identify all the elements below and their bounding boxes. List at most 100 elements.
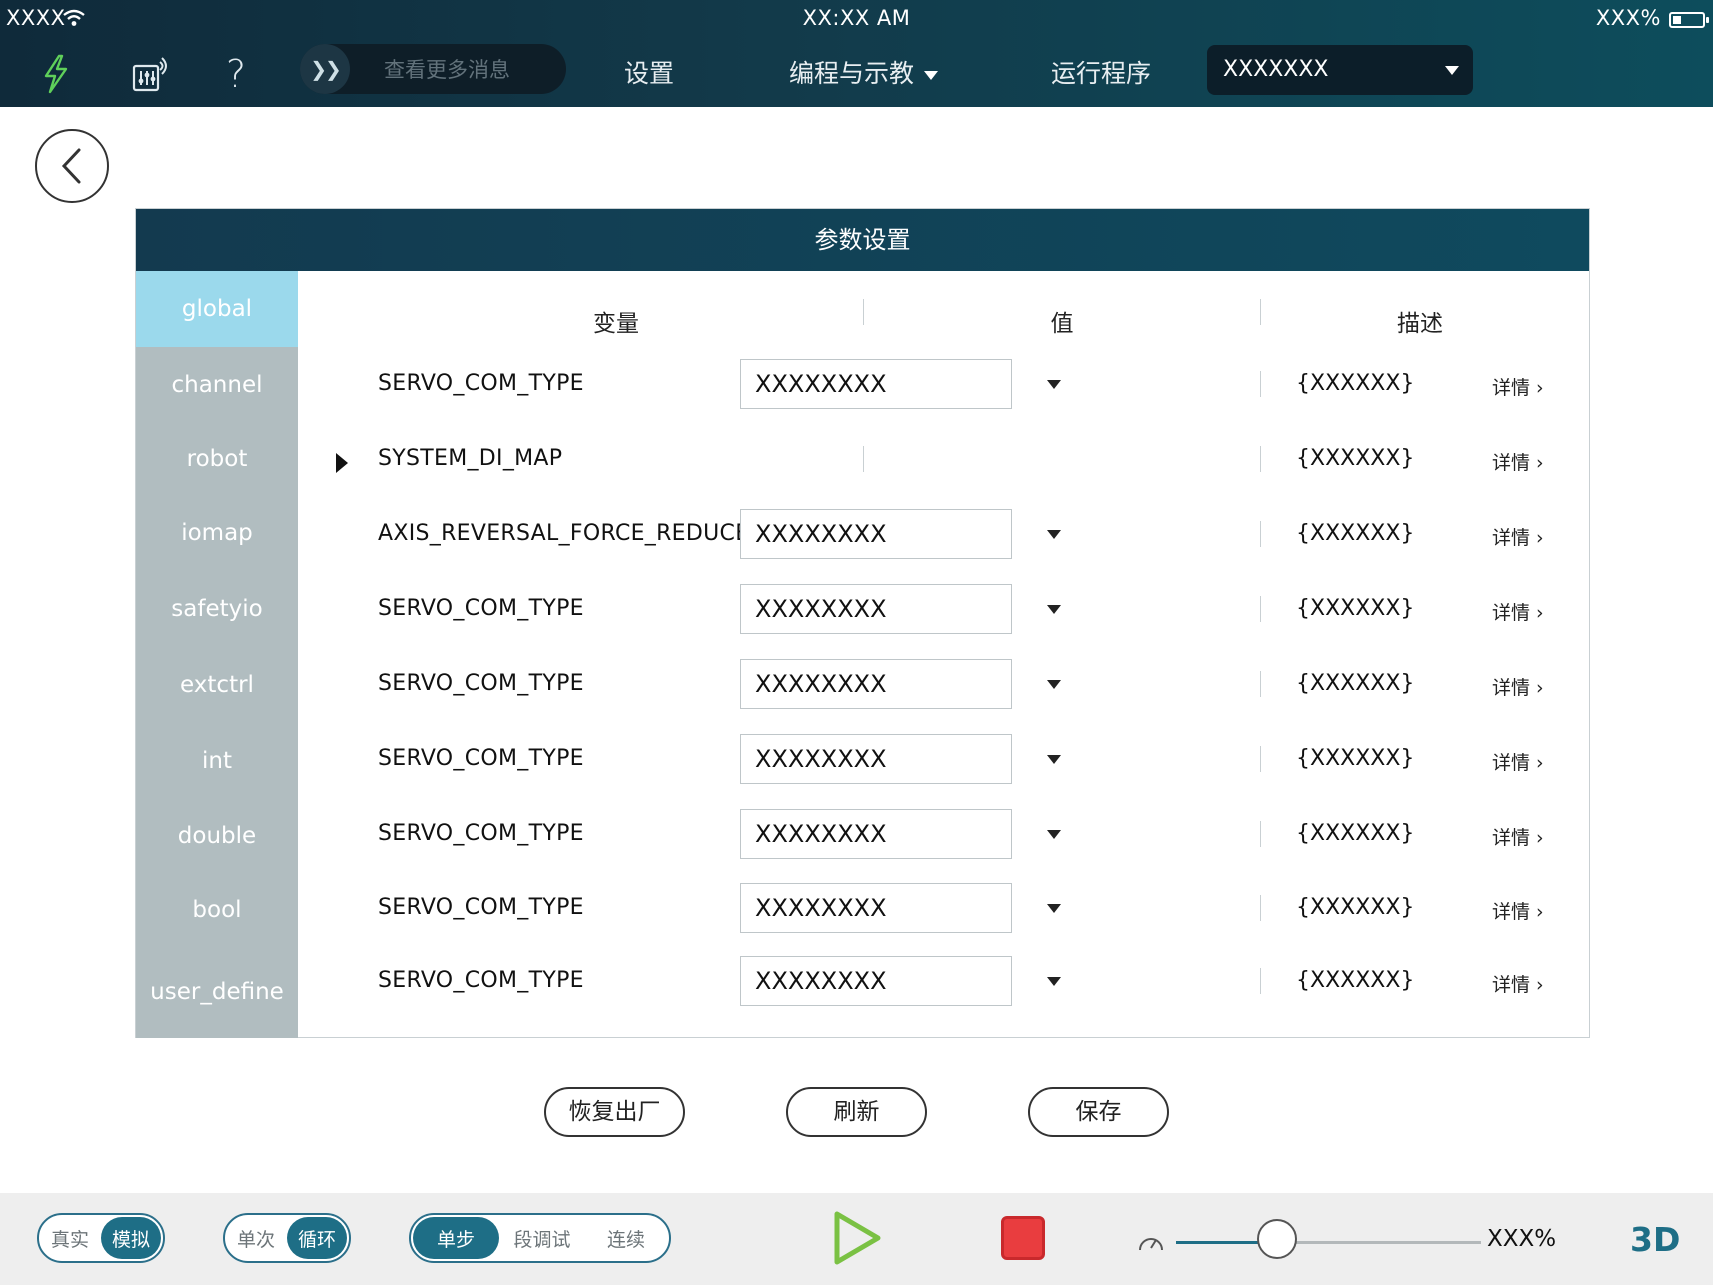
value-select[interactable]: XXXXXXXX	[740, 359, 1012, 409]
chevron-left-icon	[61, 148, 81, 184]
column-divider	[1260, 671, 1261, 697]
description-text: {XXXXXX}	[1296, 746, 1415, 771]
caret-down-icon[interactable]	[1047, 380, 1061, 389]
nav-program-teach[interactable]: 编程与示教	[789, 54, 939, 90]
sidebar-item-extctrl[interactable]: extctrl	[136, 647, 298, 723]
step-single-option[interactable]: 单步	[413, 1217, 499, 1259]
program-select[interactable]: XXXXXXX	[1207, 45, 1473, 95]
value-select[interactable]: XXXXXXXX	[740, 584, 1012, 634]
sidebar-item-channel[interactable]: channel	[136, 347, 298, 423]
value-select[interactable]: XXXXXXXX	[740, 659, 1012, 709]
value-select[interactable]: XXXXXXXX	[740, 956, 1012, 1006]
status-time: XX:XX AM	[802, 6, 911, 30]
refresh-button[interactable]: 刷新	[786, 1087, 927, 1137]
sidebar-item-robot[interactable]: robot	[136, 423, 298, 495]
caret-down-icon[interactable]	[1047, 755, 1061, 764]
caret-down-icon	[1445, 66, 1459, 75]
power-bolt-icon[interactable]	[34, 52, 78, 96]
stop-button[interactable]	[1001, 1216, 1045, 1260]
help-icon[interactable]: ?	[214, 52, 258, 96]
detail-label: 详情	[1492, 974, 1531, 996]
caret-down-icon[interactable]	[1047, 904, 1061, 913]
variable-name: SERVO_COM_TYPE	[378, 746, 584, 771]
detail-link[interactable]: 详情 ›	[1492, 448, 1544, 475]
column-divider	[1260, 596, 1261, 622]
speed-value: XXX%	[1487, 1226, 1557, 1252]
detail-link[interactable]: 详情 ›	[1492, 897, 1544, 924]
repeat-loop-option[interactable]: 循环	[287, 1217, 347, 1259]
battery-icon	[1669, 12, 1709, 28]
detail-label: 详情	[1492, 901, 1531, 923]
sidebar-item-bool[interactable]: bool	[136, 874, 298, 947]
detail-link[interactable]: 详情 ›	[1492, 823, 1544, 850]
column-header-description: 描述	[1397, 311, 1443, 337]
detail-link[interactable]: 详情 ›	[1492, 673, 1544, 700]
caret-down-icon[interactable]	[1047, 605, 1061, 614]
description-text: {XXXXXX}	[1296, 371, 1415, 396]
mode-sim-option[interactable]: 模拟	[101, 1217, 161, 1259]
detail-link[interactable]: 详情 ›	[1492, 598, 1544, 625]
save-button[interactable]: 保存	[1028, 1087, 1169, 1137]
value-select[interactable]: XXXXXXXX	[740, 734, 1012, 784]
detail-link[interactable]: 详情 ›	[1492, 970, 1544, 997]
sidebar-item-user-define[interactable]: user_define	[136, 947, 298, 1038]
sidebar-item-int[interactable]: int	[136, 723, 298, 799]
mode-real-option[interactable]: 真实	[39, 1217, 101, 1259]
detail-label: 详情	[1492, 527, 1531, 549]
sidebar-item-double[interactable]: double	[136, 799, 298, 874]
column-divider	[1260, 446, 1261, 472]
value-select[interactable]: XXXXXXXX	[740, 809, 1012, 859]
chevron-right-icon: ›	[1536, 974, 1544, 996]
caret-down-icon[interactable]	[1047, 680, 1061, 689]
sidebar-item-safetyio[interactable]: safetyio	[136, 571, 298, 647]
detail-label: 详情	[1492, 452, 1531, 474]
speed-slider-track[interactable]	[1176, 1241, 1481, 1244]
repeat-once-option[interactable]: 单次	[225, 1217, 287, 1259]
chevron-right-icon: ›	[1536, 677, 1544, 699]
table-row: AXIS_REVERSAL_FORCE_REDUCE_SCALE XXXXXXXX…	[298, 509, 1589, 579]
mode-toggle[interactable]: 真实 模拟	[37, 1213, 165, 1263]
step-segment-option[interactable]: 段调试	[499, 1217, 585, 1259]
description-text: {XXXXXX}	[1296, 521, 1415, 546]
detail-link[interactable]: 详情 ›	[1492, 748, 1544, 775]
step-continuous-option[interactable]: 连续	[585, 1217, 667, 1259]
double-chevron-icon[interactable]: ❯❯	[300, 44, 350, 94]
table-row: SYSTEM_DI_MAP {XXXXXX} 详情 ›	[298, 434, 1589, 504]
repeat-toggle[interactable]: 单次 循环	[223, 1213, 351, 1263]
caret-down-icon[interactable]	[1047, 977, 1061, 986]
caret-down-icon[interactable]	[1047, 830, 1061, 839]
detail-link[interactable]: 详情 ›	[1492, 373, 1544, 400]
value-select[interactable]: XXXXXXXX	[740, 883, 1012, 933]
column-divider	[1260, 371, 1261, 397]
value-select[interactable]: XXXXXXXX	[740, 509, 1012, 559]
column-divider	[1260, 895, 1261, 921]
expand-triangle-icon[interactable]	[336, 453, 348, 473]
detail-label: 详情	[1492, 377, 1531, 399]
speed-slider-handle[interactable]	[1256, 1219, 1297, 1259]
io-signal-icon[interactable]	[128, 52, 172, 96]
restore-factory-button[interactable]: 恢复出厂	[544, 1087, 685, 1137]
back-button[interactable]	[35, 129, 109, 203]
table-row: SERVO_COM_TYPE XXXXXXXX {XXXXXX} 详情 ›	[298, 584, 1589, 654]
caret-down-icon[interactable]	[1047, 530, 1061, 539]
column-divider	[1260, 821, 1261, 847]
description-text: {XXXXXX}	[1296, 446, 1415, 471]
message-bar[interactable]: ❯❯ 查看更多消息	[300, 44, 566, 94]
view-3d-button[interactable]: 3D	[1630, 1220, 1680, 1259]
chevron-right-icon: ›	[1536, 901, 1544, 923]
description-text: {XXXXXX}	[1296, 671, 1415, 696]
table-row: SERVO_COM_TYPE XXXXXXXX {XXXXXX} 详情 ›	[298, 359, 1589, 429]
nav-run-program[interactable]: 运行程序	[1051, 54, 1151, 90]
program-select-value: XXXXXXX	[1223, 57, 1329, 82]
variable-name: SERVO_COM_TYPE	[378, 821, 584, 846]
play-icon[interactable]	[832, 1210, 882, 1266]
detail-link[interactable]: 详情 ›	[1492, 523, 1544, 550]
sidebar-item-iomap[interactable]: iomap	[136, 495, 298, 571]
nav-settings[interactable]: 设置	[624, 54, 674, 90]
column-divider	[1260, 968, 1261, 994]
description-text: {XXXXXX}	[1296, 968, 1415, 993]
variable-name: SERVO_COM_TYPE	[378, 671, 584, 696]
step-mode-toggle[interactable]: 单步 段调试 连续	[409, 1213, 671, 1263]
sidebar-item-global[interactable]: global	[136, 271, 298, 347]
detail-label: 详情	[1492, 752, 1531, 774]
